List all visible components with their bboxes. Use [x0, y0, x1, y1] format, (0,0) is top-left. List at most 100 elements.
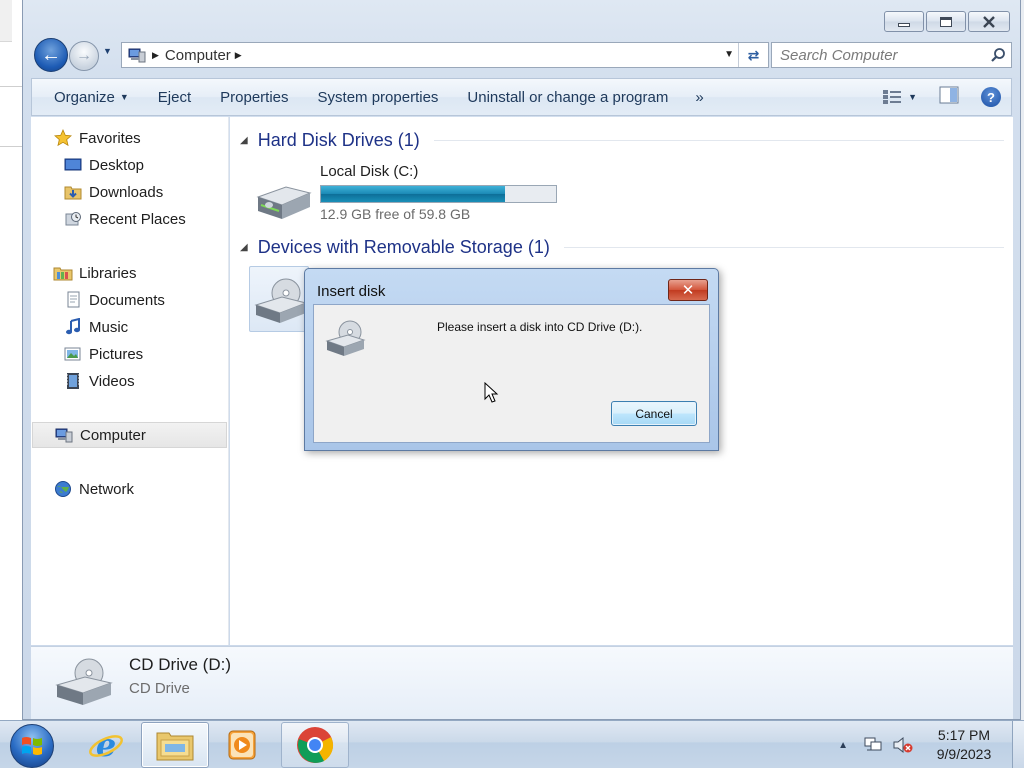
capacity-bar [320, 185, 557, 203]
clock-date: 9/9/2023 [936, 746, 992, 762]
close-icon [983, 15, 995, 28]
uninstall-program-button[interactable]: Uninstall or change a program [455, 79, 685, 115]
drive-item-cd-drive[interactable] [249, 266, 309, 332]
system-properties-button[interactable]: System properties [306, 79, 456, 115]
taskbar-windows-explorer[interactable] [141, 722, 209, 768]
preview-pane-button[interactable] [939, 86, 959, 109]
nav-item-network[interactable]: Network [31, 476, 227, 502]
dialog-body: Please insert a disk into CD Drive (D:).… [313, 304, 710, 443]
taskbar-media-player[interactable] [208, 722, 276, 768]
network-status-icon[interactable] [862, 734, 884, 756]
clock-time: 5:17 PM [937, 727, 991, 743]
search-icon[interactable] [985, 44, 1011, 66]
nav-label: Computer [80, 426, 146, 444]
close-window-button[interactable] [968, 11, 1010, 32]
nav-item-music[interactable]: Music [31, 314, 227, 340]
taskbar: e ▲ 5:17 PM 9/9/2023 [0, 720, 1024, 768]
volume-muted-icon[interactable] [892, 734, 914, 756]
nav-item-favorites[interactable]: Favorites [31, 125, 227, 151]
more-commands-button[interactable]: » [685, 89, 713, 106]
show-hidden-icons-button[interactable]: ▲ [838, 740, 848, 751]
media-player-icon [228, 730, 256, 760]
chrome-icon [297, 727, 334, 763]
breadcrumb-separator-icon[interactable]: ▶ [152, 50, 159, 61]
preview-pane-icon [939, 86, 959, 103]
nav-label: Downloads [89, 183, 164, 201]
computer-icon [54, 426, 74, 444]
nav-item-videos[interactable]: Videos [31, 368, 227, 394]
maximize-button[interactable] [926, 11, 966, 32]
nav-item-computer[interactable]: Computer [32, 422, 227, 448]
chevron-down-icon: ▼ [119, 92, 129, 102]
desktop-background [0, 0, 22, 720]
group-title: Devices with Removable Storage (1) [257, 236, 550, 257]
mouse-cursor-icon [484, 382, 499, 403]
nav-item-desktop[interactable]: Desktop [31, 152, 227, 178]
minimize-icon [898, 23, 910, 27]
taskbar-internet-explorer[interactable]: e [72, 722, 140, 768]
background-divider [0, 86, 22, 87]
nav-item-recent-places[interactable]: Recent Places [31, 206, 227, 232]
computer-icon [126, 47, 148, 63]
search-input[interactable]: Search Computer [771, 42, 1012, 68]
start-button[interactable] [10, 724, 54, 768]
eject-button[interactable]: Eject [146, 79, 208, 115]
properties-button[interactable]: Properties [208, 79, 305, 115]
drive-name: Local Disk (C:) [320, 163, 419, 180]
collapse-triangle-icon[interactable]: ◢ [240, 135, 248, 146]
clock[interactable]: 5:17 PM 9/9/2023 [922, 726, 1006, 764]
recent-places-icon [63, 210, 83, 228]
nav-label: Desktop [89, 156, 145, 174]
nav-item-documents[interactable]: Documents [31, 287, 227, 313]
navigation-pane: Favorites Desktop Downloads Recent Place… [31, 117, 229, 645]
nav-label: Documents [89, 291, 165, 309]
nav-label: Pictures [89, 345, 144, 363]
help-icon[interactable]: ? [981, 87, 1001, 107]
address-history-dropdown[interactable]: ▼ [724, 49, 734, 60]
refresh-button[interactable]: ⇄ [738, 43, 768, 67]
uninstall-label: Uninstall or change a program [467, 88, 669, 106]
libraries-icon [53, 264, 73, 282]
group-header-hard-disk-drives[interactable]: ◢ Hard Disk Drives (1) [240, 128, 1004, 152]
nav-label: Music [89, 318, 129, 336]
recent-pages-dropdown[interactable]: ▼ [103, 46, 112, 56]
close-icon: ✕ [681, 282, 695, 299]
group-header-removable-storage[interactable]: ◢ Devices with Removable Storage (1) [240, 235, 1004, 259]
group-divider [433, 139, 1004, 141]
drive-free-space: 12.9 GB free of 59.8 GB [320, 206, 471, 222]
address-bar[interactable]: ▶ Computer ▶ ▼ ⇄ [121, 42, 769, 68]
breadcrumb-separator-icon[interactable]: ▶ [235, 50, 242, 61]
documents-icon [63, 291, 83, 309]
nav-item-libraries[interactable]: Libraries [31, 260, 227, 286]
nav-label: Libraries [79, 264, 137, 282]
organize-menu[interactable]: Organize ▼ [42, 79, 146, 115]
cd-drive-icon [55, 658, 113, 705]
cancel-button[interactable]: Cancel [611, 401, 697, 426]
cd-drive-icon [325, 320, 366, 356]
group-divider [563, 246, 1004, 248]
dialog-title: Insert disk [317, 283, 386, 300]
show-desktop-button[interactable] [1012, 721, 1024, 768]
videos-icon [63, 372, 83, 390]
breadcrumb-computer[interactable]: Computer [165, 47, 231, 64]
minimize-button[interactable] [884, 11, 924, 32]
forward-button[interactable]: → [69, 41, 99, 71]
chevron-down-icon[interactable]: ▼ [908, 92, 917, 102]
back-button[interactable]: ← [34, 38, 68, 72]
change-view-button[interactable]: ▼ [882, 89, 917, 105]
cd-drive-icon [254, 278, 308, 323]
background-divider [0, 146, 22, 147]
desktop-icon [63, 156, 83, 174]
nav-item-pictures[interactable]: Pictures [31, 341, 227, 367]
pictures-icon [63, 345, 83, 363]
search-placeholder[interactable]: Search Computer [780, 47, 985, 64]
svg-text:e: e [96, 726, 116, 764]
dialog-close-button[interactable]: ✕ [668, 279, 708, 301]
eject-label: Eject [157, 88, 192, 106]
taskbar-chrome[interactable] [281, 722, 349, 768]
background-window-edge [0, 0, 12, 42]
collapse-triangle-icon[interactable]: ◢ [240, 242, 248, 253]
nav-label: Favorites [79, 129, 141, 147]
nav-item-downloads[interactable]: Downloads [31, 179, 227, 205]
system-tray: ▲ 5:17 PM 9/9/2023 [838, 721, 1024, 768]
